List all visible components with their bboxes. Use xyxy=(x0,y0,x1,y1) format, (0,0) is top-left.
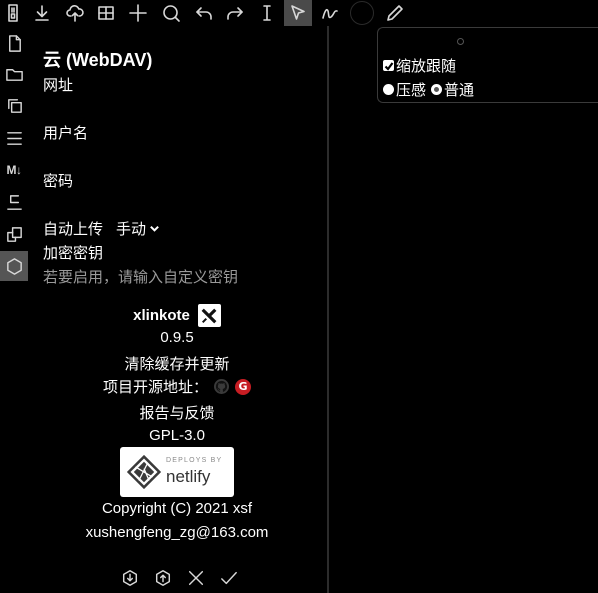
markdown-icon[interactable]: M↓ xyxy=(0,155,28,185)
panel-divider[interactable] xyxy=(327,26,329,593)
copy-multi-icon[interactable] xyxy=(0,90,28,120)
settings-panel: 云 (WebDAV) 网址 用户名 密码 自动上传 手动 加密密钥 若要启用，请… xyxy=(28,26,326,593)
copyright-text: Copyright (C) 2021 xsf xyxy=(101,500,253,517)
outline-icon[interactable] xyxy=(0,187,28,217)
plus-icon[interactable] xyxy=(125,0,151,26)
netlify-wordmark: netlify xyxy=(166,467,211,486)
save-icon[interactable] xyxy=(0,0,26,26)
netlify-deploys-by: DEPLOYS BY xyxy=(166,457,223,464)
xlinkote-logo-icon xyxy=(197,304,221,327)
color-picker[interactable] xyxy=(350,1,374,25)
select-pointer-icon[interactable] xyxy=(284,0,312,26)
pressure-mode-row: 压感 普通 xyxy=(383,79,474,100)
pressure-label: 压感 xyxy=(396,82,427,99)
netlify-badge[interactable]: DEPLOYS BY netlify xyxy=(120,447,234,497)
duplicate-icon[interactable] xyxy=(0,219,28,249)
auto-upload-label: 自动上传 xyxy=(43,221,104,238)
bottom-actions xyxy=(120,568,239,588)
upload-circle-icon[interactable] xyxy=(153,568,173,588)
download-icon[interactable] xyxy=(29,0,55,26)
license-text[interactable]: GPL-3.0 xyxy=(28,427,326,444)
app-version: 0.9.5 xyxy=(160,329,194,346)
popup-drag-handle[interactable] xyxy=(457,38,464,45)
clear-cache-link[interactable]: 清除缓存并更新 xyxy=(28,353,326,374)
redo-icon[interactable] xyxy=(222,0,248,26)
normal-label: 普通 xyxy=(444,82,475,99)
close-icon[interactable] xyxy=(186,568,206,588)
author-email[interactable]: xushengfeng_zg@163.com xyxy=(28,524,326,541)
chevron-down-icon xyxy=(149,223,160,234)
panel-title: 云 (WebDAV) xyxy=(43,50,153,70)
auto-upload-select[interactable]: 手动 xyxy=(116,218,160,239)
folder-icon[interactable] xyxy=(0,59,28,89)
search-icon[interactable] xyxy=(158,0,184,26)
report-feedback-link[interactable]: 报告与反馈 xyxy=(28,402,326,423)
github-icon[interactable] xyxy=(214,379,229,394)
password-label: 密码 xyxy=(43,173,74,190)
left-sidebar: M↓ xyxy=(0,26,28,593)
repo-row: 项目开源地址： G xyxy=(28,376,326,397)
gitee-icon[interactable]: G xyxy=(235,378,251,395)
list-icon[interactable] xyxy=(0,123,28,153)
app-name: xlinkote xyxy=(133,307,190,324)
netlify-logo-icon xyxy=(127,455,161,489)
app-brand: xlinkote xyxy=(28,304,326,327)
text-cursor-icon[interactable] xyxy=(254,0,280,26)
auto-upload-value: 手动 xyxy=(116,221,147,238)
username-label: 用户名 xyxy=(43,125,89,142)
cube-icon[interactable] xyxy=(0,251,28,281)
pressure-radio[interactable] xyxy=(383,84,394,95)
repo-label: 项目开源地址： xyxy=(102,379,208,396)
zoom-follow-checkbox-row[interactable]: 缩放跟随 xyxy=(383,55,456,76)
brush-options-popup: 缩放跟随 压感 普通 xyxy=(377,27,598,103)
url-label: 网址 xyxy=(43,77,74,94)
table-icon[interactable] xyxy=(93,0,119,26)
zoom-follow-checkbox[interactable] xyxy=(383,60,394,71)
markdown-icon-text: M↓ xyxy=(6,163,23,177)
normal-radio[interactable] xyxy=(431,84,443,95)
new-file-icon[interactable] xyxy=(0,28,28,58)
zoom-follow-label: 缩放跟随 xyxy=(396,58,457,75)
encrypt-key-label: 加密密钥 xyxy=(43,245,104,262)
top-toolbar xyxy=(0,0,598,26)
undo-icon[interactable] xyxy=(191,0,217,26)
pen-squiggle-icon[interactable] xyxy=(317,0,343,26)
pencil-icon[interactable] xyxy=(382,0,408,26)
cloud-upload-icon[interactable] xyxy=(62,0,88,26)
check-icon[interactable] xyxy=(219,568,239,588)
download-circle-icon[interactable] xyxy=(120,568,140,588)
encrypt-key-input[interactable]: 若要启用，请输入自定义密钥 xyxy=(43,266,238,287)
